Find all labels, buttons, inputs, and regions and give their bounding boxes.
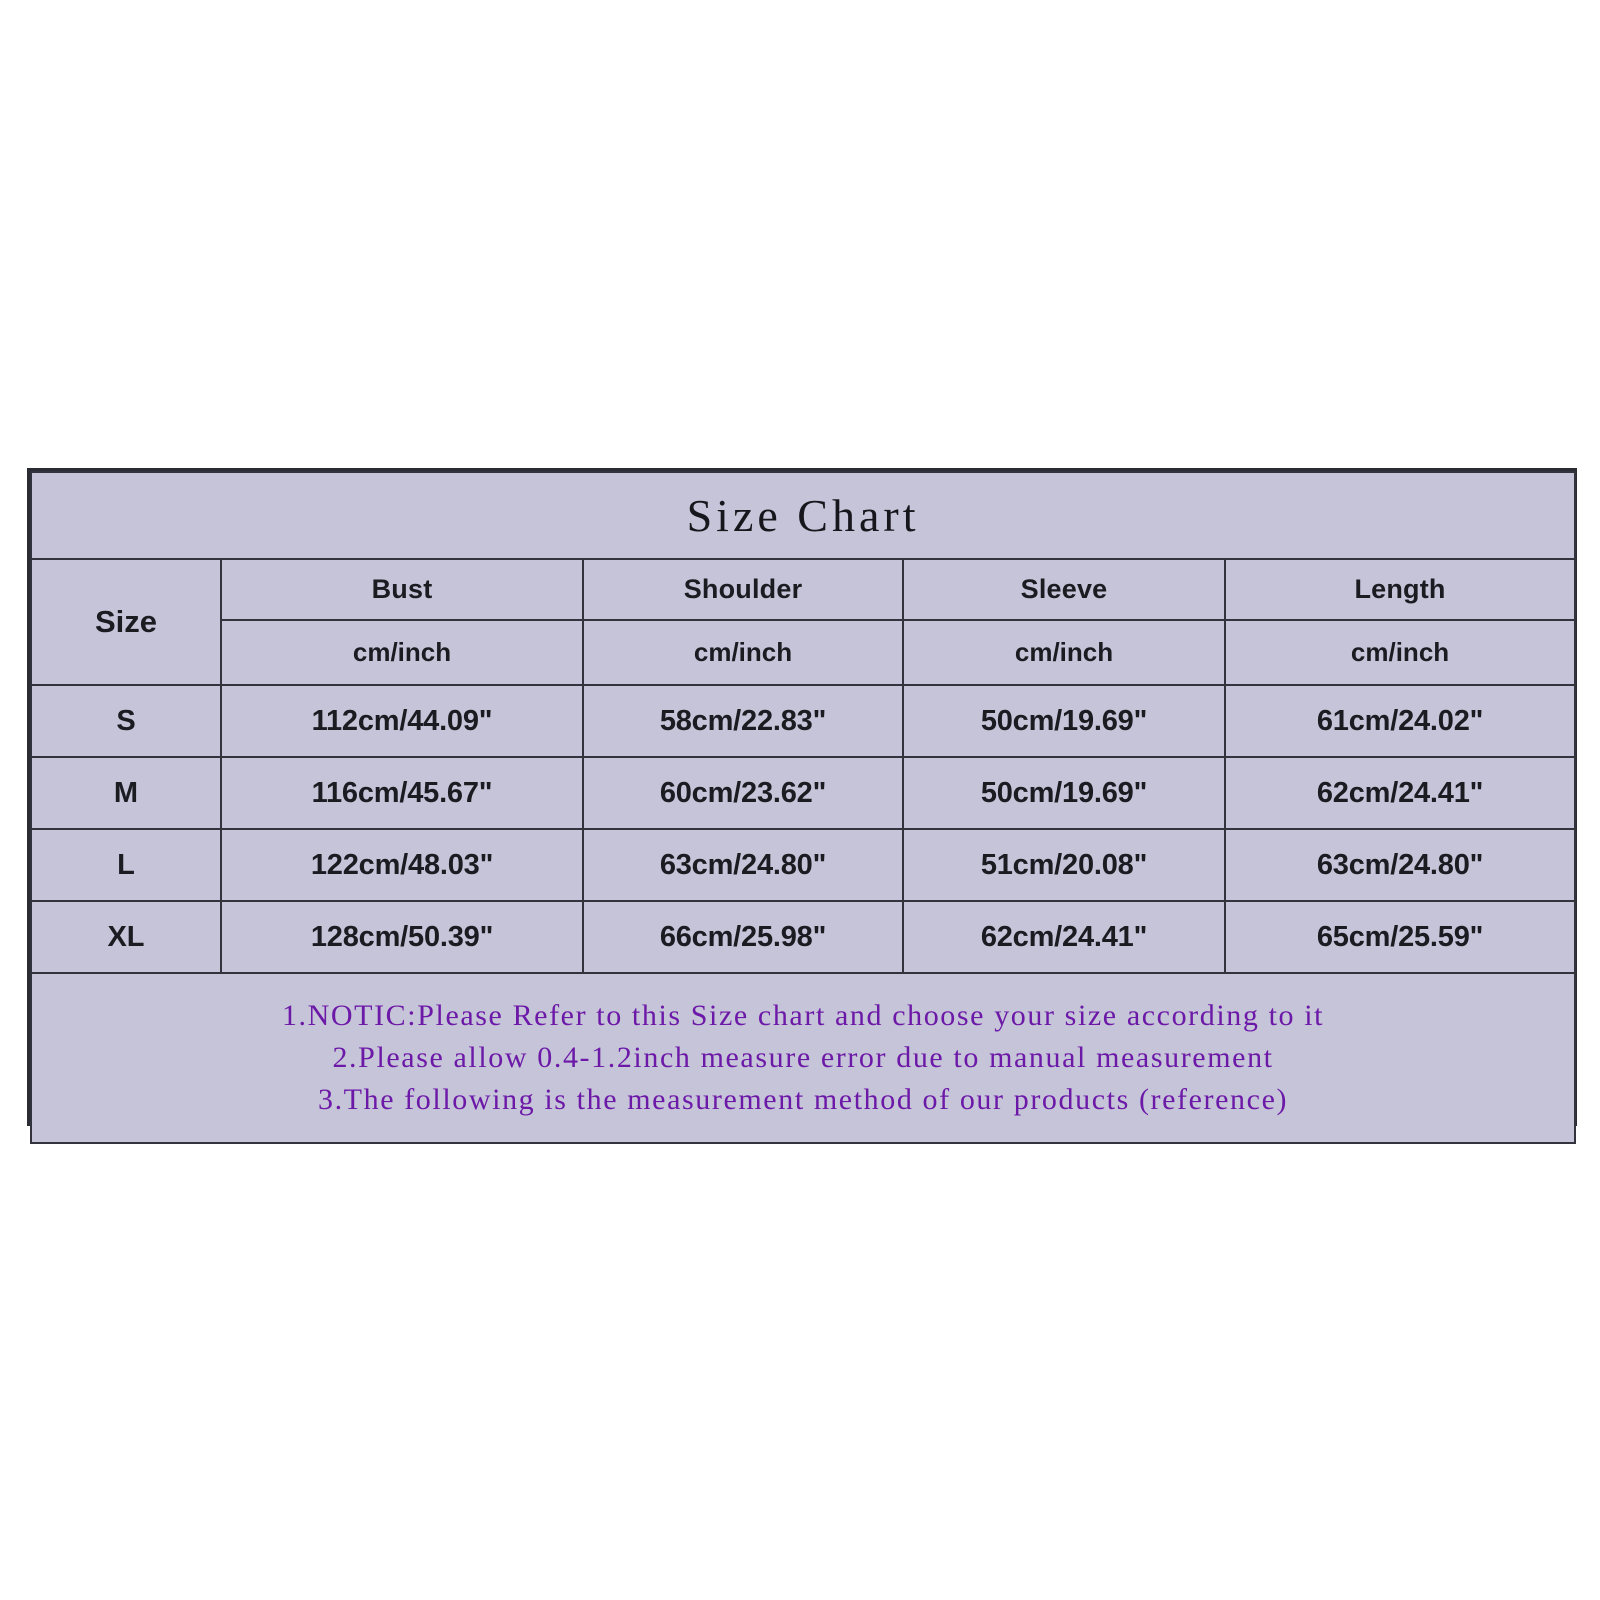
note-line-1: 1.NOTIC:Please Refer to this Size chart … <box>281 999 1325 1032</box>
page-title: Size Chart <box>29 471 1577 560</box>
table-header-row-names: Size Bust Shoulder Sleeve Length <box>30 558 1577 686</box>
column-header-shoulder: Shoulder <box>582 558 904 621</box>
column-unit-bust: cm/inch <box>220 619 584 686</box>
cell-bust: 116cm/45.67" <box>220 756 584 830</box>
cell-length: 62cm/24.41" <box>1223 756 1577 830</box>
row-size-label: S <box>30 684 222 758</box>
column-header-length: Length <box>1223 558 1577 621</box>
table-row: M 116cm/45.67" 60cm/23.62" 50cm/19.69" 6… <box>30 756 1577 830</box>
cell-sleeve: 50cm/19.69" <box>902 756 1226 830</box>
cell-length: 63cm/24.80" <box>1223 828 1577 902</box>
cell-length: 65cm/25.59" <box>1223 900 1577 974</box>
column-header-sleeve: Sleeve <box>902 558 1226 621</box>
column-unit-shoulder: cm/inch <box>582 619 904 686</box>
cell-bust: 128cm/50.39" <box>220 900 584 974</box>
cell-sleeve: 51cm/20.08" <box>902 828 1226 902</box>
cell-shoulder: 66cm/25.98" <box>582 900 904 974</box>
table-row: XL 128cm/50.39" 66cm/25.98" 62cm/24.41" … <box>30 900 1577 974</box>
cell-bust: 122cm/48.03" <box>220 828 584 902</box>
size-chart-container: Size Chart Size Bust Shoulder Sleeve Len… <box>27 468 1577 1144</box>
row-size-label: M <box>30 756 222 830</box>
cell-sleeve: 62cm/24.41" <box>902 900 1226 974</box>
table-header-row-units: cm/inch cm/inch cm/inch cm/inch <box>31 619 1577 686</box>
column-header-bust: Bust <box>220 558 584 621</box>
table-row: S 112cm/44.09" 58cm/22.83" 50cm/19.69" 6… <box>30 684 1577 758</box>
size-chart-table: Size Chart Size Bust Shoulder Sleeve Len… <box>29 471 1577 1144</box>
cell-shoulder: 58cm/22.83" <box>582 684 904 758</box>
row-size-label: XL <box>30 900 222 974</box>
table-title-row: Size Chart <box>29 471 1577 560</box>
row-size-label: L <box>30 828 222 902</box>
cell-shoulder: 60cm/23.62" <box>582 756 904 830</box>
note-line-2: 2.Please allow 0.4-1.2inch measure error… <box>332 1041 1274 1074</box>
cell-length: 61cm/24.02" <box>1223 684 1577 758</box>
cell-shoulder: 63cm/24.80" <box>582 828 904 902</box>
column-header-size: Size <box>30 558 222 686</box>
column-unit-length: cm/inch <box>1223 619 1577 686</box>
notes-container: 1.NOTIC:Please Refer to this Size chart … <box>29 972 1577 1144</box>
cell-bust: 112cm/44.09" <box>220 684 584 758</box>
table-notes-row: 1.NOTIC:Please Refer to this Size chart … <box>29 972 1577 1144</box>
cell-sleeve: 50cm/19.69" <box>902 684 1226 758</box>
column-unit-sleeve: cm/inch <box>902 619 1226 686</box>
table-row: L 122cm/48.03" 63cm/24.80" 51cm/20.08" 6… <box>30 828 1577 902</box>
note-line-3: 3.The following is the measurement metho… <box>317 1083 1289 1116</box>
